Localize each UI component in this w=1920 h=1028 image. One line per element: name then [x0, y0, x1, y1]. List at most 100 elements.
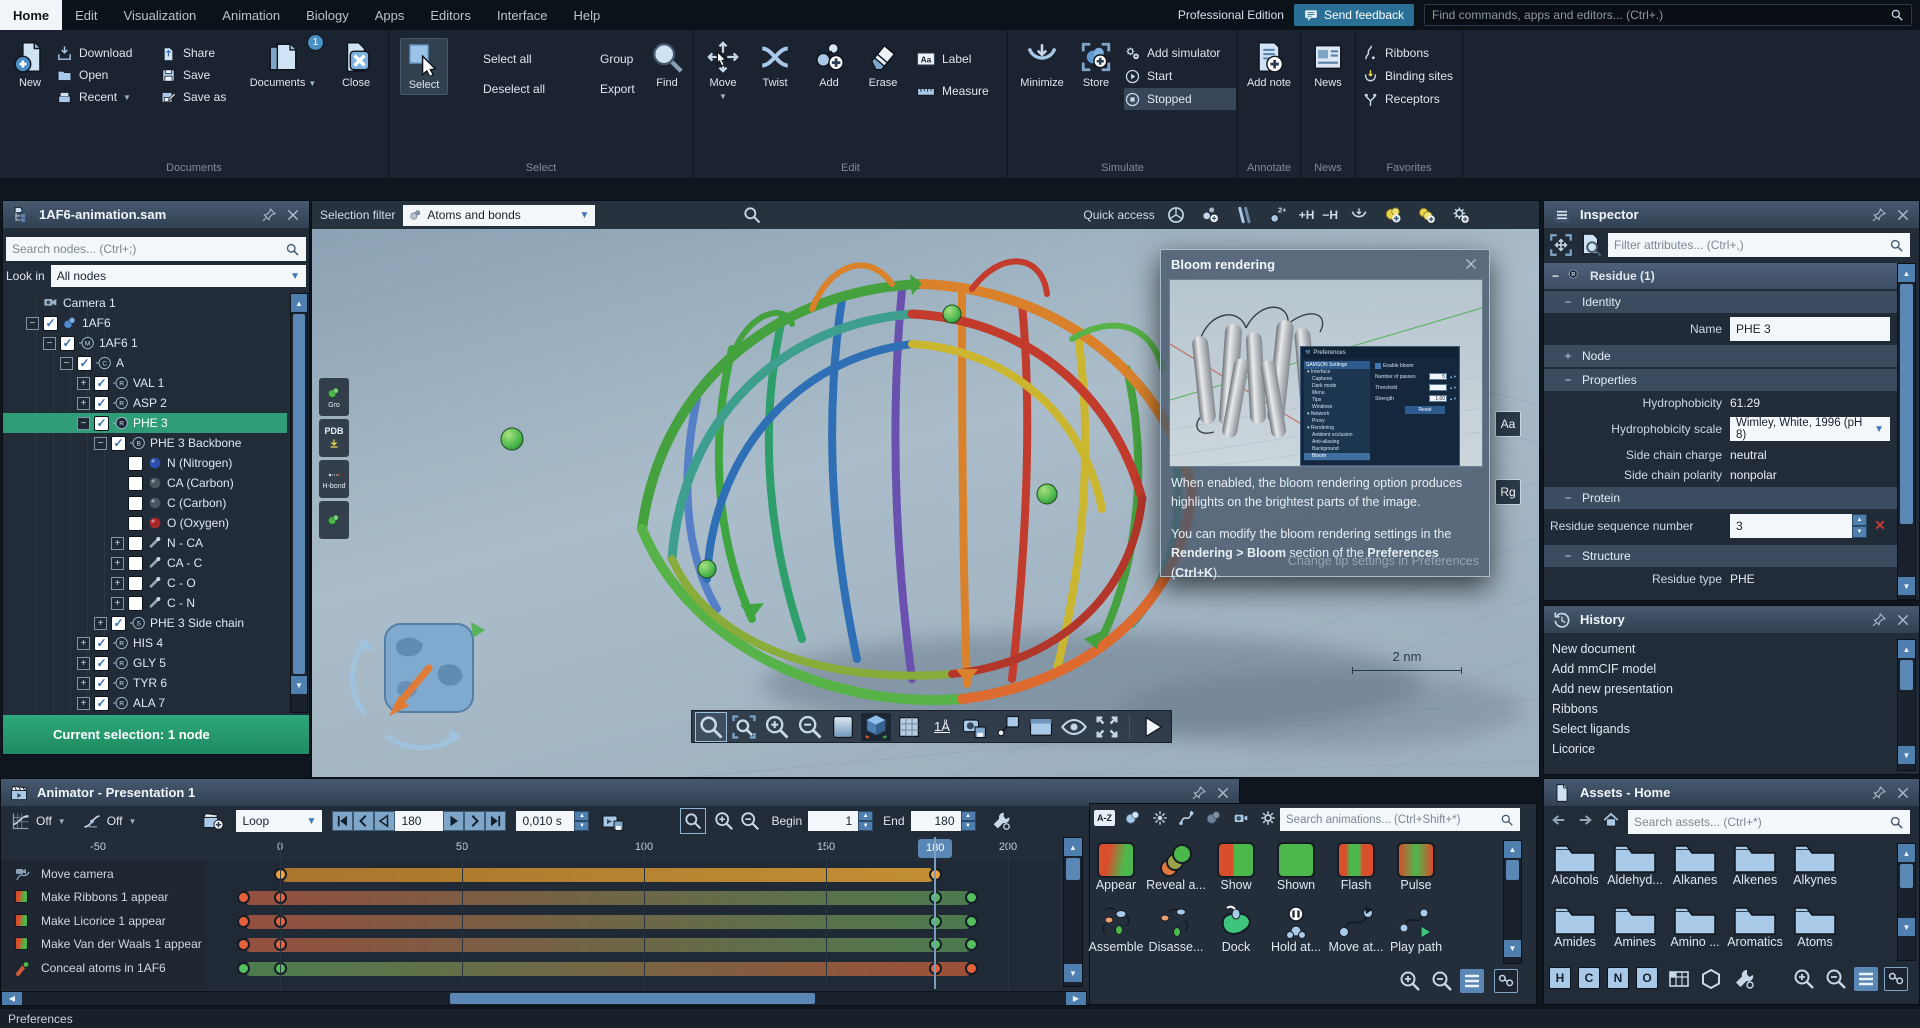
animation-tile-move-at-[interactable]: Move at... [1326, 904, 1386, 954]
angstrom-scale-button[interactable]: 1Å [927, 713, 957, 741]
tree-node-n-ca[interactable]: +N - CA [3, 533, 287, 553]
begin-stepper[interactable]: ▲▼ [858, 811, 873, 831]
end-stepper[interactable]: ▲▼ [961, 811, 976, 831]
element-filter-n[interactable]: N [1607, 967, 1629, 989]
list-view-icon[interactable] [1460, 969, 1484, 993]
menu-edit[interactable]: Edit [62, 0, 110, 30]
add-groups-icon[interactable] [1414, 203, 1440, 227]
scroll-thumb[interactable] [450, 993, 815, 1004]
save-button[interactable]: Save [160, 64, 238, 86]
timeline-ruler[interactable]: -50050100150200180 [1, 837, 1059, 861]
ring-fragment-icon[interactable] [1699, 967, 1723, 991]
add-hydrogens-button[interactable]: +H [1299, 208, 1315, 222]
scroll-thumb[interactable] [1506, 860, 1519, 880]
scroll-thumb[interactable] [1900, 660, 1913, 690]
close-icon[interactable] [1895, 207, 1911, 223]
visibility-checkbox[interactable]: ✓ [94, 696, 109, 711]
identity-section[interactable]: −Identity [1544, 291, 1897, 313]
group-button[interactable]: Group [572, 48, 648, 70]
name-field[interactable] [1730, 317, 1890, 341]
scroll-right-icon[interactable]: ▶ [1066, 992, 1086, 1005]
motion-category-icon[interactable] [1178, 809, 1196, 827]
tree-node-his-4[interactable]: +✓RHIS 4 [3, 633, 287, 653]
skip-start-icon[interactable] [332, 811, 353, 831]
expand-icon[interactable]: + [77, 397, 90, 410]
export-movie-icon[interactable] [601, 809, 625, 833]
select-all-button[interactable]: Select all [455, 48, 565, 70]
tree-node-val-1[interactable]: +✓RVAL 1 [3, 373, 287, 393]
twist-button[interactable]: Twist [752, 40, 798, 89]
close-icon[interactable] [1895, 612, 1911, 628]
animation-bar[interactable] [244, 962, 972, 976]
visibility-checkbox[interactable] [128, 536, 143, 551]
visibility-icon[interactable] [1059, 713, 1089, 741]
keyframe[interactable] [965, 915, 978, 928]
zoom-in-icon[interactable] [713, 810, 735, 832]
menu-visualization[interactable]: Visualization [111, 0, 210, 30]
snapshot-icon[interactable] [960, 713, 990, 741]
tree-node-1af6-1[interactable]: −✓M1AF6 1 [3, 333, 287, 353]
timeline-row-move-camera[interactable]: Move camera [1, 865, 1059, 885]
tree-node-a[interactable]: −✓CA [3, 353, 287, 373]
new-button[interactable]: New [8, 40, 52, 89]
zoom-select-icon[interactable] [681, 809, 705, 833]
play-forward-icon[interactable] [443, 811, 464, 831]
tree-node-c-o[interactable]: +C - O [3, 573, 287, 593]
asset-folder-alkynes[interactable]: Alkynes [1785, 843, 1845, 887]
timeline-row-make-ribbons-1-appear[interactable]: Make Ribbons 1 appear [1, 888, 1059, 908]
chevron-down-icon[interactable]: ▼ [123, 93, 131, 102]
fragment-view-icon[interactable] [1884, 967, 1908, 991]
measure-button[interactable]: Measure [916, 80, 1002, 102]
visibility-checkbox[interactable] [128, 576, 143, 591]
highlight-category-icon[interactable] [1151, 809, 1169, 827]
previous-keyframe-icon[interactable] [353, 811, 374, 831]
visibility-checkbox[interactable] [128, 516, 143, 531]
properties-section[interactable]: −Properties [1544, 369, 1897, 391]
visibility-checkbox[interactable]: ✓ [94, 416, 109, 431]
history-item-ribbons[interactable]: Ribbons [1544, 699, 1919, 719]
remove-hydrogens-button[interactable]: −H [1322, 208, 1338, 222]
change-tip-settings-link[interactable]: Change tip settings in Preferences [1288, 554, 1479, 568]
visibility-checkbox[interactable] [128, 596, 143, 611]
command-search-input[interactable]: Find commands, apps and editors... (Ctrl… [1424, 4, 1912, 26]
loop-mode-dropdown[interactable]: Loop▼ [236, 810, 322, 832]
animation-tile-pulse[interactable]: Pulse [1386, 842, 1446, 892]
keyframe[interactable] [965, 891, 978, 904]
export-button[interactable]: Export [572, 78, 648, 100]
tree-node-o-oxygen-[interactable]: O (Oxygen) [3, 513, 287, 533]
visibility-checkbox[interactable]: ✓ [43, 316, 58, 331]
close-button[interactable]: Close [332, 40, 380, 89]
animation-tile-flash[interactable]: Flash [1326, 842, 1386, 892]
visibility-checkbox[interactable]: ✓ [94, 656, 109, 671]
tree-node-gly-5[interactable]: +✓RGLY 5 [3, 653, 287, 673]
scroll-down-icon[interactable]: ▼ [1898, 746, 1915, 764]
chevron-down-icon[interactable]: ▼ [58, 817, 66, 826]
scroll-down-icon[interactable]: ▼ [1898, 918, 1915, 936]
zoom-out-icon[interactable] [739, 810, 761, 832]
history-item-licorice[interactable]: Licorice [1544, 739, 1919, 759]
ribbons-button[interactable]: Ribbons [1362, 42, 1462, 64]
begin-field[interactable] [808, 811, 858, 831]
close-icon[interactable] [285, 207, 301, 223]
visibility-checkbox[interactable]: ✓ [77, 356, 92, 371]
minimize-button[interactable]: Minimize [1014, 40, 1070, 89]
group-selection-button[interactable] [705, 203, 731, 227]
inspect-selection-icon[interactable] [1548, 232, 1574, 258]
presentation-icon[interactable] [1026, 713, 1056, 741]
chevron-down-icon[interactable]: ▼ [719, 92, 727, 101]
scroll-thumb[interactable] [293, 314, 305, 674]
tree-node-ca-carbon-[interactable]: CA (Carbon) [3, 473, 287, 493]
fragment-view-icon[interactable] [1494, 969, 1518, 993]
element-filter-o[interactable]: O [1636, 967, 1658, 989]
add-presentation-icon[interactable] [202, 810, 224, 832]
animation-tile-disasse-[interactable]: Disasse... [1146, 904, 1206, 954]
search-assets-input[interactable]: Search assets... (Ctrl+*) [1628, 810, 1910, 834]
asset-folder-atoms[interactable]: Atoms [1785, 905, 1845, 949]
asset-folder-alkanes[interactable]: Alkanes [1665, 843, 1725, 887]
close-icon[interactable] [1215, 785, 1231, 801]
select-filtered-button[interactable] [603, 203, 629, 227]
tree-node-c-carbon-[interactable]: C (Carbon) [3, 493, 287, 513]
back-icon[interactable] [1550, 812, 1568, 828]
easing-mode-value[interactable]: Off [107, 814, 123, 828]
save-as-button[interactable]: Save as [160, 86, 238, 108]
